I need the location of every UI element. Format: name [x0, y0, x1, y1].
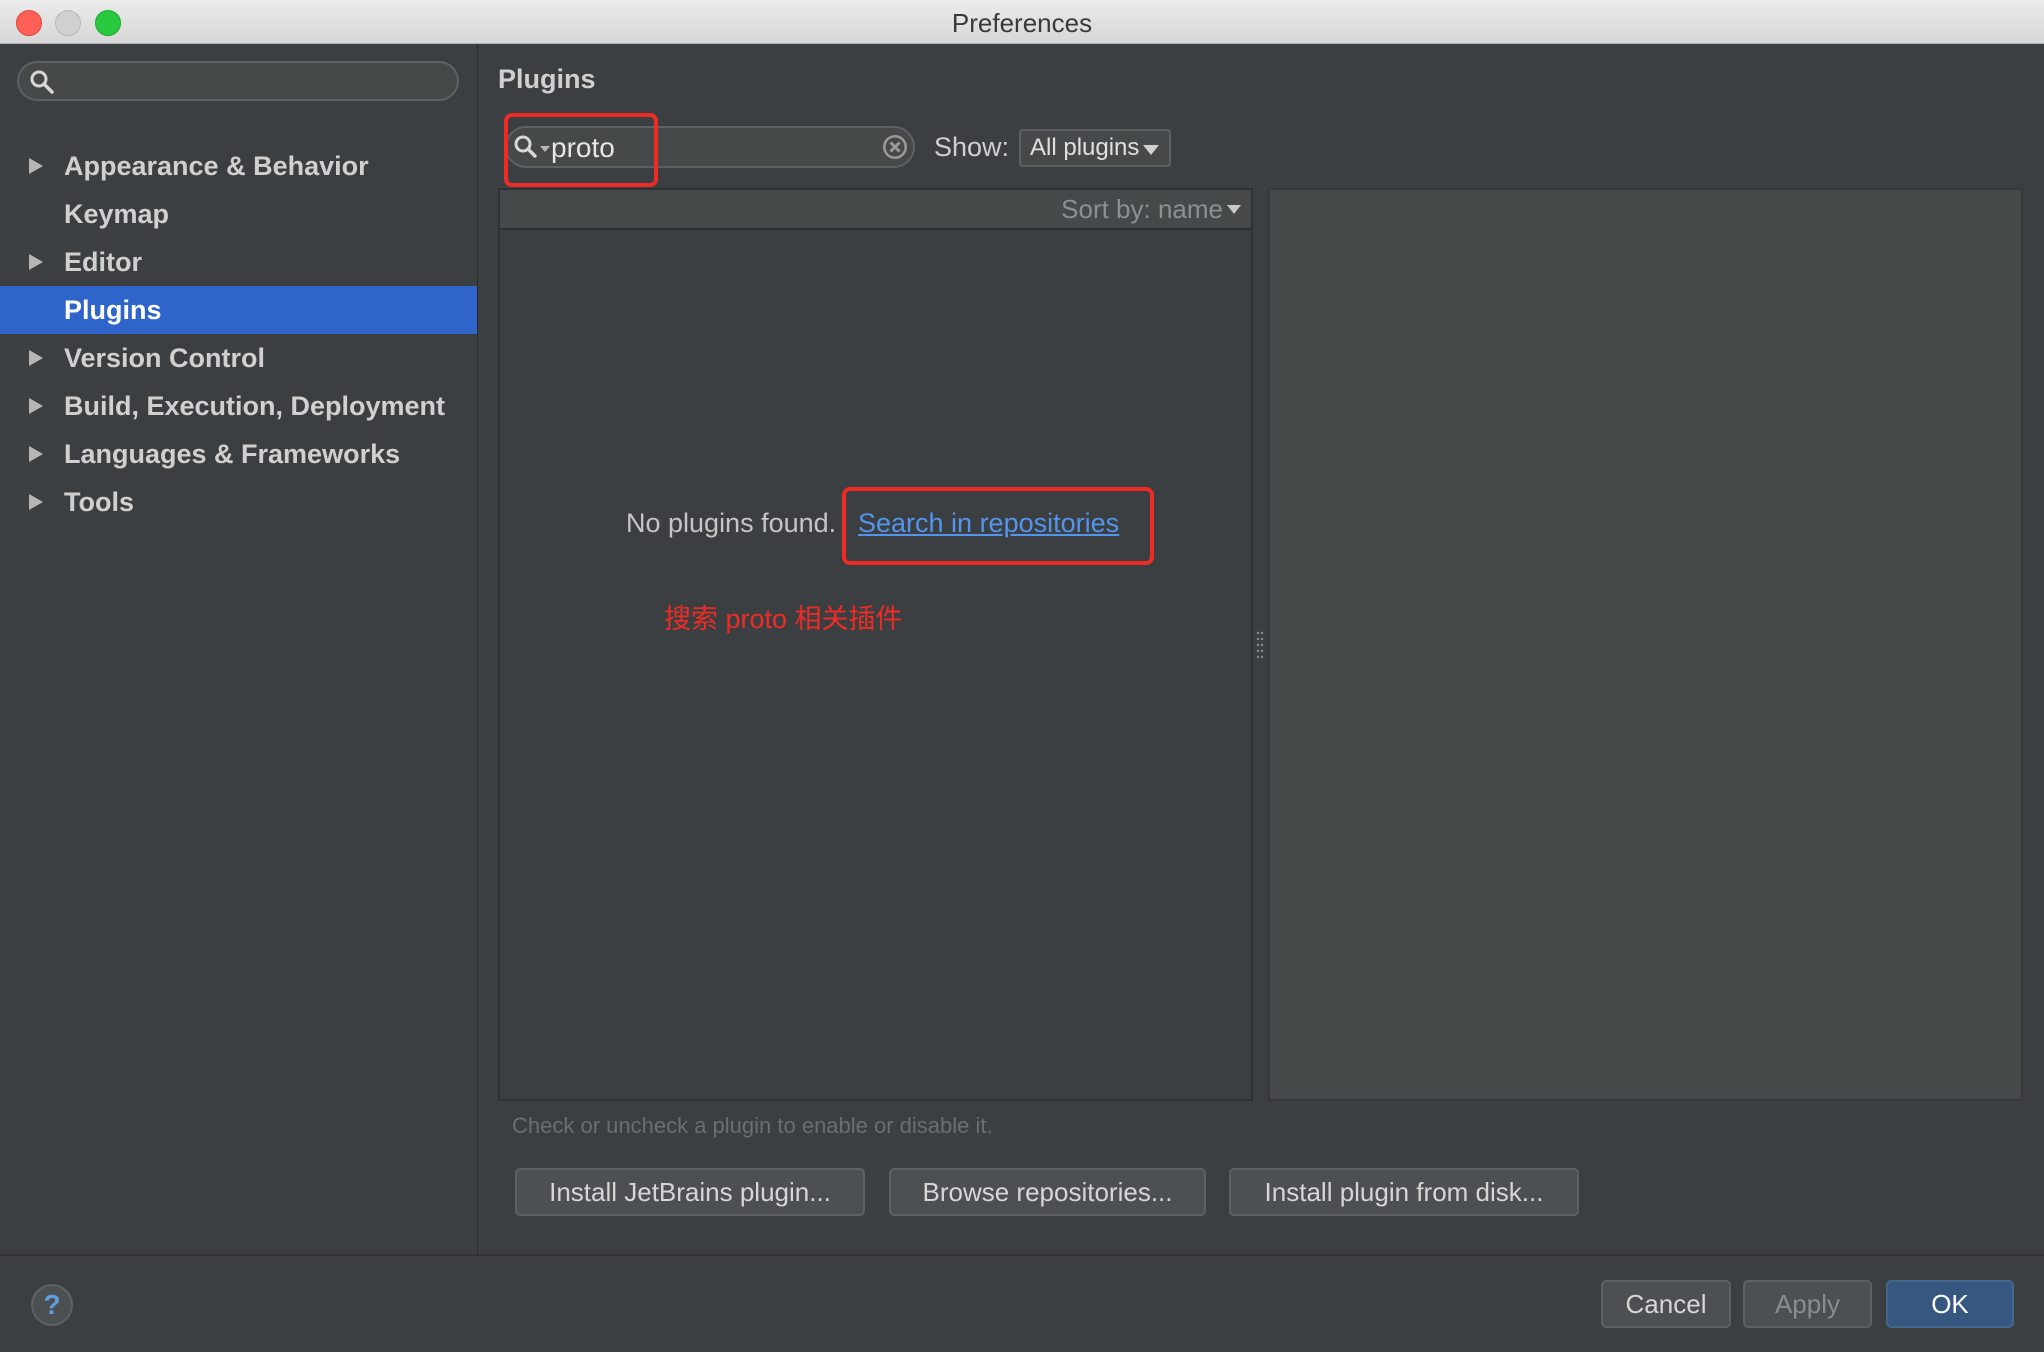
install-jetbrains-plugin-button[interactable]: Install JetBrains plugin...: [515, 1168, 865, 1216]
search-highlight-box: [504, 113, 658, 187]
help-icon[interactable]: ?: [31, 1284, 73, 1326]
expand-arrow-icon[interactable]: [29, 350, 43, 366]
annotation-text: 搜索 proto 相关插件: [664, 604, 903, 634]
browse-repositories-button[interactable]: Browse repositories...: [889, 1168, 1206, 1216]
sidebar-item-tools[interactable]: Tools: [0, 478, 477, 526]
show-filter-value: All plugins: [1030, 134, 1140, 161]
show-filter-dropdown[interactable]: All plugins: [1019, 129, 1171, 167]
expand-arrow-icon[interactable]: [29, 254, 43, 270]
search-icon: [29, 69, 55, 100]
sidebar-item-version-control[interactable]: Version Control: [0, 334, 477, 382]
sidebar-item-editor[interactable]: Editor: [0, 238, 477, 286]
sidebar-item-plugins[interactable]: Plugins: [0, 286, 477, 334]
sort-bar: Sort by: name: [500, 190, 1251, 230]
settings-sidebar: Appearance & Behavior Keymap Editor Plug…: [0, 44, 478, 1254]
ok-button[interactable]: OK: [1886, 1280, 2014, 1328]
page-title: Plugins: [498, 64, 596, 94]
sort-dropdown[interactable]: Sort by: name: [1061, 194, 1223, 225]
chevron-down-icon[interactable]: [1227, 205, 1241, 214]
hint-text: Check or uncheck a plugin to enable or d…: [512, 1113, 993, 1138]
expand-arrow-icon[interactable]: [29, 494, 43, 510]
cancel-button[interactable]: Cancel: [1601, 1280, 1731, 1328]
expand-arrow-icon[interactable]: [29, 446, 43, 462]
empty-message: No plugins found.: [626, 508, 837, 538]
show-label: Show:: [934, 132, 1010, 162]
sidebar-item-appearance-behavior[interactable]: Appearance & Behavior: [0, 142, 477, 190]
expand-arrow-icon[interactable]: [29, 158, 43, 174]
plugin-list: Sort by: name: [498, 188, 1253, 1101]
settings-search-input[interactable]: [67, 67, 451, 97]
plugin-details-panel: [1268, 188, 2023, 1101]
title-bar: Preferences: [0, 0, 2044, 44]
window-title: Preferences: [951, 8, 1093, 38]
chevron-down-icon: [1143, 145, 1159, 155]
clear-icon[interactable]: [881, 133, 909, 166]
link-highlight-box: [842, 487, 1154, 565]
sidebar-item-keymap[interactable]: Keymap: [0, 190, 477, 238]
expand-arrow-icon[interactable]: [29, 398, 43, 414]
settings-search[interactable]: [17, 61, 459, 101]
panel-splitter[interactable]: [1256, 630, 1264, 667]
apply-button[interactable]: Apply: [1743, 1280, 1872, 1328]
sidebar-item-languages-frameworks[interactable]: Languages & Frameworks: [0, 430, 477, 478]
sidebar-item-build-execution-deployment[interactable]: Build, Execution, Deployment: [0, 382, 477, 430]
footer-divider: [0, 1254, 2044, 1256]
install-plugin-from-disk-button[interactable]: Install plugin from disk...: [1229, 1168, 1579, 1216]
